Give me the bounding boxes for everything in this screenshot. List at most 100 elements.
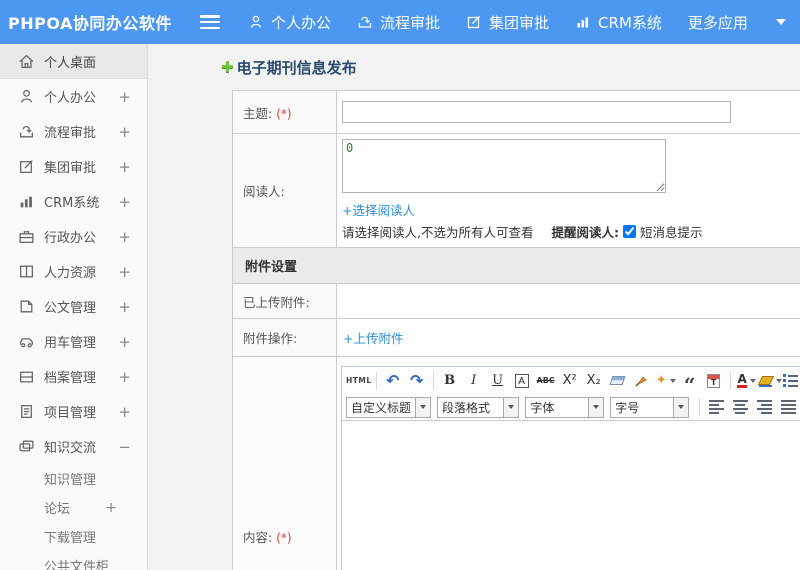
sidebar-item-hr[interactable]: 人力资源 +	[0, 254, 147, 289]
expand-plus-icon[interactable]: +	[118, 403, 131, 421]
quick-format-button[interactable]: ✦	[654, 370, 678, 392]
workflow-icon	[18, 123, 35, 140]
blockquote-button[interactable]: “	[678, 370, 702, 395]
expand-plus-icon[interactable]: +	[118, 263, 131, 281]
sidebar: 个人桌面 个人办公 + 流程审批 + 集团审批 + CRM系统 + 行政办公 +…	[0, 44, 148, 570]
sms-notify-checkbox[interactable]	[622, 225, 636, 238]
custom-heading-select[interactable]: 自定义标题	[346, 396, 432, 418]
ordered-list-icon	[783, 374, 798, 387]
sidebar-item-crm[interactable]: CRM系统 +	[0, 184, 147, 219]
font-style-button[interactable]: A	[510, 370, 534, 392]
align-justify-button[interactable]	[776, 396, 800, 418]
expand-plus-icon[interactable]: +	[118, 298, 131, 316]
rich-text-editor: HTML ↶ ↷ B I U A ABC X² X₂ ✦ “ T A 自定义标题…	[341, 366, 800, 570]
expand-plus-icon[interactable]: +	[118, 333, 131, 351]
sidebar-item-document-mgmt[interactable]: 公文管理 +	[0, 289, 147, 324]
page-title: 电子期刊信息发布	[236, 58, 357, 77]
highlight-color-button[interactable]	[759, 370, 783, 392]
sidebar-item-label: 公文管理	[44, 301, 97, 316]
bar-chart-icon	[575, 14, 591, 30]
expand-plus-icon[interactable]: +	[118, 158, 131, 176]
subject-input[interactable]	[342, 101, 731, 123]
strikethrough-button[interactable]: ABC	[534, 370, 558, 392]
expand-plus-icon[interactable]: +	[118, 228, 131, 246]
nav-label: 流程审批	[380, 13, 441, 32]
nav-workflow-approval[interactable]: 流程审批	[357, 12, 440, 33]
caret-down-icon	[669, 378, 676, 383]
sidebar-item-label: 行政办公	[44, 231, 97, 246]
sidebar-item-group-approval[interactable]: 集团审批 +	[0, 149, 147, 184]
underline-button[interactable]: U	[486, 370, 510, 392]
expand-plus-icon[interactable]: +	[118, 88, 131, 106]
home-icon	[18, 53, 35, 70]
chat-icon	[18, 438, 35, 455]
nav-personal-office[interactable]: 个人办公	[248, 12, 331, 33]
ordered-list-button[interactable]	[783, 370, 800, 392]
caret-down-icon	[749, 378, 756, 383]
html-source-button[interactable]: HTML	[346, 370, 372, 392]
sidebar-item-project-mgmt[interactable]: 项目管理 +	[0, 394, 147, 429]
top-header: PHPOA协同办公软件 个人办公 流程审批 集团审批 CRM系统 更多应用	[0, 0, 800, 44]
sidebar-item-personal-office[interactable]: 个人办公 +	[0, 79, 147, 114]
content-label-cell: 内容: (*)	[232, 356, 337, 570]
sidebar-item-personal-desktop[interactable]: 个人桌面	[0, 44, 147, 79]
sidebar-item-archive-mgmt[interactable]: 档案管理 +	[0, 359, 147, 394]
nav-group-approval[interactable]: 集团审批	[466, 12, 549, 33]
font-color-button[interactable]: A	[735, 370, 759, 392]
menu-toggle-icon[interactable]	[200, 15, 220, 29]
align-center-button[interactable]	[728, 396, 752, 418]
paste-as-text-button[interactable]: T	[702, 370, 726, 392]
expand-plus-icon[interactable]: +	[118, 123, 131, 141]
sidebar-subitem-forum[interactable]: 论坛 +	[0, 493, 147, 522]
eraser-button[interactable]	[606, 370, 630, 392]
document-icon	[18, 298, 35, 315]
sidebar-item-label: 个人办公	[44, 91, 97, 106]
font-family-select[interactable]: 字体	[525, 396, 605, 418]
sidebar-item-label: 项目管理	[44, 406, 97, 421]
sidebar-subitem-public-cabinet[interactable]: 公共文件柜	[0, 551, 147, 570]
attachment-section-title: 附件设置	[232, 247, 800, 284]
align-right-button[interactable]	[752, 396, 776, 418]
uploaded-label: 已上传附件:	[232, 283, 337, 319]
expand-plus-icon[interactable]: +	[118, 193, 131, 211]
readers-row: 阅读人: 0 +选择阅读人 请选择阅读人,不选为所有人可查看 提醒阅读人: 短消…	[232, 133, 800, 248]
person-icon	[18, 88, 35, 105]
upload-attachment-link[interactable]: +上传附件	[343, 328, 403, 347]
more-apps-dropdown[interactable]	[774, 19, 786, 25]
sidebar-subitem-knowledge-mgmt[interactable]: 知识管理	[0, 464, 147, 493]
font-size-select[interactable]: 字号	[610, 396, 690, 418]
sidebar-item-admin-office[interactable]: 行政办公 +	[0, 219, 147, 254]
undo-button[interactable]: ↶	[381, 370, 405, 392]
sidebar-item-knowledge-exchange[interactable]: 知识交流 −	[0, 429, 147, 464]
align-left-button[interactable]	[704, 396, 728, 418]
expand-plus-icon[interactable]: +	[105, 500, 117, 516]
sidebar-item-workflow-approval[interactable]: 流程审批 +	[0, 114, 147, 149]
caret-down-icon	[588, 397, 604, 417]
nav-more-apps[interactable]: 更多应用	[688, 12, 748, 33]
sidebar-subitem-download-mgmt[interactable]: 下载管理	[0, 522, 147, 551]
knowledge-submenu: 知识管理 论坛 + 下载管理 公共文件柜	[0, 464, 147, 570]
sidebar-subitem-label: 论坛	[44, 502, 71, 517]
readers-textarea[interactable]: 0	[342, 139, 666, 193]
caret-down-icon	[503, 397, 519, 417]
redo-button[interactable]: ↷	[405, 370, 429, 392]
remind-readers-label: 提醒阅读人:	[551, 225, 619, 240]
align-left-icon	[708, 400, 724, 414]
paragraph-format-select[interactable]: 段落格式	[437, 396, 520, 418]
italic-button[interactable]: I	[462, 370, 486, 392]
superscript-button[interactable]: X²	[558, 370, 582, 392]
clipboard-icon	[18, 403, 35, 420]
bold-button[interactable]: B	[438, 370, 462, 392]
collapse-minus-icon[interactable]: −	[118, 438, 131, 456]
expand-plus-icon[interactable]: +	[118, 368, 131, 386]
caret-down-icon	[673, 397, 689, 417]
sidebar-item-vehicle-mgmt[interactable]: 用车管理 +	[0, 324, 147, 359]
magic-wand-icon: ✦	[655, 373, 667, 388]
subscript-button[interactable]: X₂	[582, 370, 606, 392]
bar-chart-icon	[18, 193, 35, 210]
nav-crm[interactable]: CRM系统	[575, 12, 662, 33]
sms-notify-label: 短消息提示	[639, 225, 703, 240]
format-brush-button[interactable]	[630, 370, 654, 392]
choose-readers-link[interactable]: +选择阅读人	[342, 200, 415, 219]
editor-content-area[interactable]	[342, 421, 800, 570]
